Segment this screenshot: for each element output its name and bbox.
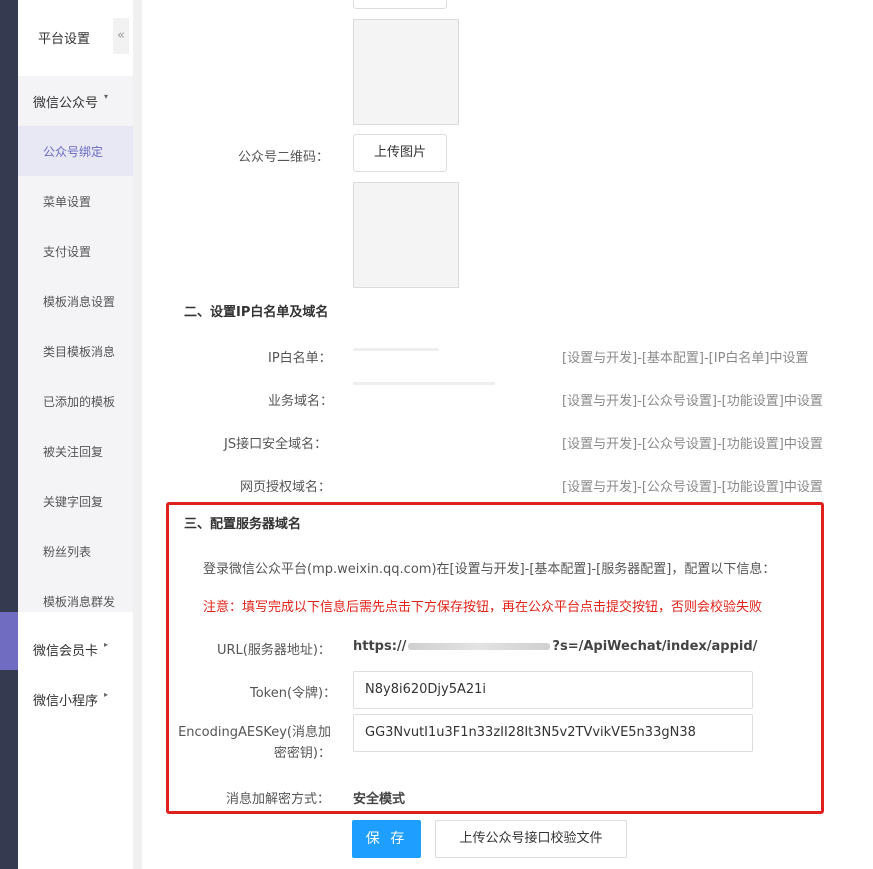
server-intro: 登录微信公众平台(mp.weixin.qq.com)在[设置与开发]-[基本配置… (203, 562, 776, 577)
url-label: URL(服务器地址)： (217, 643, 331, 658)
qrcode-preview (353, 182, 459, 288)
page: 平台设置 « 微信公众号 ▾ 公众号绑定 菜单设置 支付设置 模板消息设置 类目… (0, 0, 873, 869)
sidebar-item-template-message-settings[interactable]: 模板消息设置 (18, 276, 133, 326)
token-label: Token(令牌)： (250, 686, 337, 701)
business-domain-label: 业务域名： (268, 394, 334, 409)
encryption-mode-value: 安全模式 (353, 792, 406, 807)
url-value[interactable]: https:// ?s=/ApiWechat/index/appid/ (353, 639, 757, 654)
sidebar-item-fans-list[interactable]: 粉丝列表 (18, 526, 133, 576)
aes-key-label: EncodingAESKey(消息加密密钥)： (178, 725, 331, 761)
sidebar-item-label: 被关注回复 (43, 445, 104, 459)
sidebar-group-mini-program[interactable]: 微信小程序 ▸ (18, 674, 133, 724)
oauth-domain-hint: [设置与开发]-[公众号设置]-[功能设置]中设置 (562, 480, 823, 495)
sidebar-item-category-template[interactable]: 类目模板消息 (18, 326, 133, 376)
sidebar-group-membership-card[interactable]: 微信会员卡 ▸ (18, 624, 133, 674)
collapse-icon[interactable]: « (113, 18, 129, 54)
js-domain-hint: [设置与开发]-[公众号设置]-[功能设置]中设置 (562, 437, 823, 452)
sidebar-item-label: 类目模板消息 (43, 345, 116, 359)
save-button[interactable]: 保 存 (352, 820, 421, 858)
image-preview (353, 19, 459, 125)
chevron-right-icon: ▸ (104, 640, 109, 649)
server-warning: 注意：填写完成以下信息后需先点击下方保存按钮，再在公众平台点击提交按钮，否则会校… (203, 600, 763, 615)
js-domain-label: JS接口安全域名： (224, 437, 328, 452)
oauth-domain-label: 网页授权域名： (240, 480, 332, 495)
sidebar-item-label: 模板消息设置 (43, 295, 116, 309)
business-domain-hint: [设置与开发]-[公众号设置]-[功能设置]中设置 (562, 394, 823, 409)
sidebar-item-added-templates[interactable]: 已添加的模板 (18, 376, 133, 426)
aes-key-input[interactable]: GG3NvutI1u3F1n33zII28It3N5v2TVvikVE5n33g… (353, 714, 753, 752)
chevron-right-icon: ▸ (104, 690, 109, 699)
server-section-title: 三、配置服务器域名 (184, 517, 302, 532)
ip-whitelist-value (353, 348, 439, 351)
sidebar-item-label: 模板消息群发 (43, 595, 116, 609)
sidebar-divider (133, 0, 142, 869)
sidebar-item-keyword-reply[interactable]: 关键字回复 (18, 476, 133, 526)
ip-whitelist-hint: [设置与开发]-[基本配置]-[IP白名单]中设置 (562, 351, 809, 366)
url-suffix: ?s=/ApiWechat/index/appid/ (552, 639, 758, 654)
ip-section-title: 二、设置IP白名单及域名 (184, 305, 329, 320)
upload-button-partial[interactable] (353, 0, 447, 9)
sidebar-item-label: 支付设置 (43, 245, 92, 259)
encryption-mode-label: 消息加解密方式： (226, 792, 331, 807)
main-content: 公众号二维码： 上传图片 二、设置IP白名单及域名 IP白名单： [设置与开发]… (142, 0, 873, 869)
chevron-down-icon: ▾ (104, 92, 109, 101)
rail-active-marker (0, 612, 18, 670)
sidebar-submenu: 公众号绑定 菜单设置 支付设置 模板消息设置 类目模板消息 已添加的模板 被关注… (18, 126, 133, 612)
server-config-highlight (166, 502, 824, 814)
sidebar-group-label: 微信小程序 (33, 694, 99, 709)
sidebar-item-follow-reply[interactable]: 被关注回复 (18, 426, 133, 476)
sidebar-group-label: 微信会员卡 (33, 644, 99, 659)
ip-whitelist-label: IP白名单： (268, 351, 332, 366)
sidebar-item-payment-settings[interactable]: 支付设置 (18, 226, 133, 276)
sidebar-group-wechat-official[interactable]: 微信公众号 ▾ (18, 76, 133, 126)
sidebar-item-account-binding[interactable]: 公众号绑定 (18, 126, 133, 176)
upload-image-button[interactable]: 上传图片 (353, 134, 447, 172)
sidebar-item-label: 菜单设置 (43, 195, 92, 209)
sidebar-item-label: 关键字回复 (43, 495, 104, 509)
sidebar-item-template-broadcast[interactable]: 模板消息群发 (18, 576, 133, 626)
sidebar-group-label: 微信公众号 (33, 96, 99, 111)
sidebar-item-menu-settings[interactable]: 菜单设置 (18, 176, 133, 226)
qrcode-label: 公众号二维码： (238, 150, 330, 165)
business-domain-value (353, 382, 495, 385)
sidebar-item-label: 公众号绑定 (43, 145, 104, 159)
url-prefix: https:// (353, 639, 407, 654)
token-input[interactable]: N8y8i620Djy5A21i (353, 671, 753, 709)
left-rail (0, 0, 18, 869)
sidebar-title: 平台设置 (38, 32, 91, 47)
sidebar: 平台设置 « 微信公众号 ▾ 公众号绑定 菜单设置 支付设置 模板消息设置 类目… (18, 0, 133, 869)
upload-verify-file-button[interactable]: 上传公众号接口校验文件 (435, 820, 627, 858)
sidebar-item-label: 粉丝列表 (43, 545, 92, 559)
url-redacted (408, 643, 551, 650)
sidebar-item-label: 已添加的模板 (43, 395, 116, 409)
sidebar-header: 平台设置 « (18, 0, 133, 74)
